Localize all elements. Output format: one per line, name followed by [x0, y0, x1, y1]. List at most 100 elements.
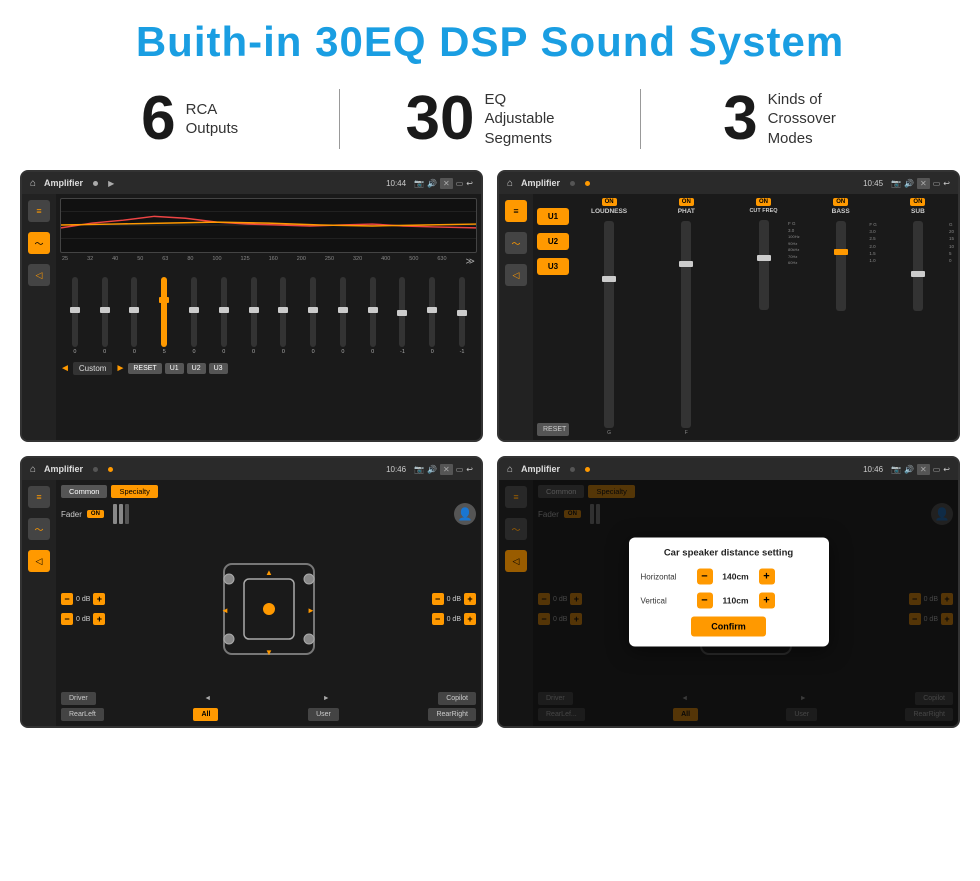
db-row-1: − 0 dB +	[61, 593, 105, 605]
eq-icon[interactable]: ≡	[28, 200, 50, 222]
eq-icon-3[interactable]: ≡	[28, 486, 50, 508]
wave-icon[interactable]: 〜	[28, 232, 50, 254]
screen-distance: ⌂ Amplifier 10:46 📷 🔊 ✕ ▭ ↩ ≡ 〜 ◁ Comm	[497, 456, 960, 728]
volume-icon-4: 🔊	[904, 465, 914, 474]
phat-on[interactable]: ON	[679, 198, 694, 206]
u1-btn[interactable]: U1	[165, 363, 184, 374]
confirm-button[interactable]: Confirm	[691, 617, 766, 637]
db-value-1: 0 dB	[76, 596, 90, 603]
u2-button[interactable]: U2	[537, 233, 569, 250]
db-plus-2[interactable]: +	[93, 613, 105, 625]
back-icon[interactable]: ↩	[466, 179, 473, 188]
right-arrow[interactable]: ►	[320, 692, 333, 705]
tab-specialty[interactable]: Specialty	[111, 485, 157, 498]
back-icon-2[interactable]: ↩	[943, 179, 950, 188]
u3-button[interactable]: U3	[537, 258, 569, 275]
screen3-content: ≡ 〜 ◁ Common Specialty Fader ON	[22, 480, 481, 726]
wave-icon-2[interactable]: 〜	[505, 232, 527, 254]
db-minus-1[interactable]: −	[61, 593, 73, 605]
eq-freq-labels: 253240506380 100125160200250320 40050063…	[60, 256, 477, 267]
cutfreq-on[interactable]: ON	[756, 198, 771, 206]
eq-slider-8: 0	[270, 277, 296, 355]
screen-icon-4: ▭	[933, 465, 941, 474]
horizontal-value: 140cm	[717, 572, 755, 582]
fader-bottom-buttons-2: RearLeft All User RearRight	[61, 708, 476, 721]
x-icon-3: ✕	[440, 464, 453, 475]
stat-crossover-label: Kinds of Crossover Modes	[768, 90, 858, 149]
screen2-sidebar: ≡ 〜 ◁	[499, 194, 533, 440]
speaker-icon-2[interactable]: ◁	[505, 264, 527, 286]
u1-button[interactable]: U1	[537, 208, 569, 225]
copilot-btn[interactable]: Copilot	[438, 692, 476, 705]
all-btn[interactable]: All	[193, 708, 218, 721]
channel-phat: ON PHAT F	[650, 198, 722, 436]
car-diagram: ▲ ▼ ◄ ►	[105, 530, 431, 688]
back-icon-4[interactable]: ↩	[943, 465, 950, 474]
loudness-name: LOUDNESS	[591, 208, 627, 215]
fader-on-badge[interactable]: ON	[87, 510, 104, 518]
rearright-btn[interactable]: RearRight	[428, 708, 476, 721]
sub-on[interactable]: ON	[910, 198, 925, 206]
horizontal-plus[interactable]: +	[759, 569, 775, 585]
back-icon-3[interactable]: ↩	[466, 465, 473, 474]
channel-sub: ON SUB G 20 15 10 5	[882, 198, 954, 436]
stat-rca: 6 RCA Outputs	[60, 88, 319, 150]
screen1-time: 10:44	[386, 179, 406, 188]
speaker-icon-3[interactable]: ◁	[28, 550, 50, 572]
rearleft-btn[interactable]: RearLeft	[61, 708, 104, 721]
fader-tabs: Common Specialty	[61, 485, 476, 498]
db-minus-4[interactable]: −	[432, 613, 444, 625]
vertical-label: Vertical	[641, 596, 691, 605]
eq-slider-11: 0	[360, 277, 386, 355]
vertical-plus[interactable]: +	[759, 593, 775, 609]
wave-icon-3[interactable]: 〜	[28, 518, 50, 540]
crossover-reset-btn[interactable]: RESET	[537, 423, 569, 436]
volume-icon-3: 🔊	[427, 465, 437, 474]
prev-btn[interactable]: ◄	[60, 363, 70, 374]
stat-crossover: 3 Kinds of Crossover Modes	[661, 88, 920, 150]
home-icon-4[interactable]: ⌂	[507, 464, 513, 475]
stat-eq: 30 EQ Adjustable Segments	[360, 88, 619, 150]
vertical-minus[interactable]: −	[697, 593, 713, 609]
home-icon-3[interactable]: ⌂	[30, 464, 36, 475]
screen-icon-2: ▭	[933, 179, 941, 188]
db-minus-3[interactable]: −	[432, 593, 444, 605]
db-value-3: 0 dB	[447, 596, 461, 603]
db-value-4: 0 dB	[447, 616, 461, 623]
next-btn[interactable]: ►	[115, 363, 125, 374]
screen2-time: 10:45	[863, 179, 883, 188]
reset-btn[interactable]: RESET	[128, 363, 161, 374]
camera-icon-3: 📷	[414, 465, 424, 474]
u2-btn[interactable]: U2	[187, 363, 206, 374]
horizontal-minus[interactable]: −	[697, 569, 713, 585]
speaker-icon[interactable]: ◁	[28, 264, 50, 286]
vertical-stepper: − 110cm +	[697, 593, 817, 609]
screen4-topbar-icons: 📷 🔊 ✕ ▭ ↩	[891, 464, 950, 475]
x-icon-2: ✕	[917, 178, 930, 189]
home-icon[interactable]: ⌂	[30, 178, 36, 189]
eq-slider-5: 0	[181, 277, 207, 355]
db-minus-2[interactable]: −	[61, 613, 73, 625]
eq-icon-2[interactable]: ≡	[505, 200, 527, 222]
db-plus-1[interactable]: +	[93, 593, 105, 605]
user-btn[interactable]: User	[308, 708, 339, 721]
eq-bottom-controls: ◄ Custom ► RESET U1 U2 U3	[60, 362, 477, 375]
driver-btn[interactable]: Driver	[61, 692, 96, 705]
u3-btn[interactable]: U3	[209, 363, 228, 374]
db-plus-4[interactable]: +	[464, 613, 476, 625]
tab-common[interactable]: Common	[61, 485, 107, 498]
db-row-2: − 0 dB +	[61, 613, 105, 625]
left-arrow[interactable]: ◄	[201, 692, 214, 705]
screen1-title: Amplifier	[44, 178, 83, 188]
home-icon-2[interactable]: ⌂	[507, 178, 513, 189]
screen4-title: Amplifier	[521, 464, 560, 474]
screen3-sidebar: ≡ 〜 ◁	[22, 480, 56, 726]
crossover-content: U1 U2 U3 RESET ON LOUDNESS	[533, 194, 958, 440]
screen3-topbar-icons: 📷 🔊 ✕ ▭ ↩	[414, 464, 473, 475]
reset-area: RESET	[537, 423, 569, 436]
loudness-on[interactable]: ON	[602, 198, 617, 206]
eq-slider-14: -1	[449, 277, 475, 355]
eq-slider-12: -1	[390, 277, 416, 355]
bass-on[interactable]: ON	[833, 198, 848, 206]
db-plus-3[interactable]: +	[464, 593, 476, 605]
